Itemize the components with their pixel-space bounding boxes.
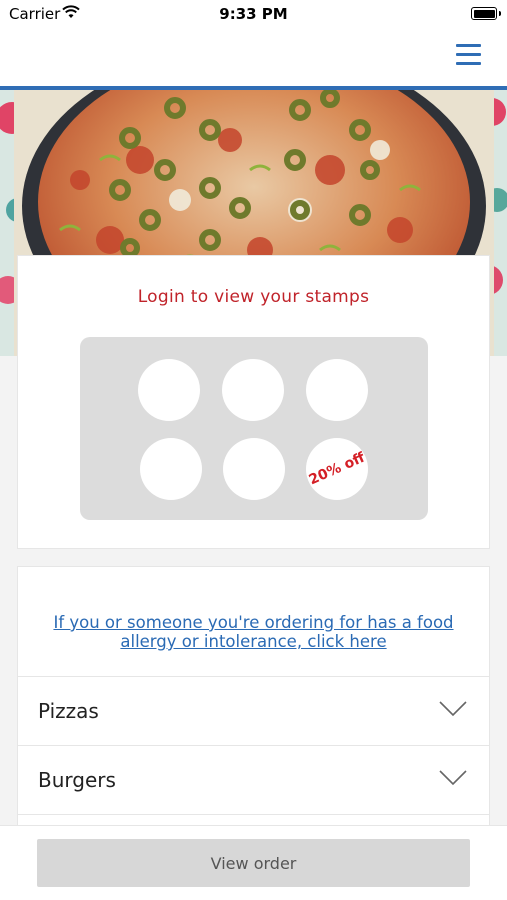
category-pizzas[interactable]: Pizzas xyxy=(18,677,489,745)
allergy-card: If you or someone you're ordering for ha… xyxy=(18,567,489,676)
battery-icon xyxy=(471,7,497,20)
stamp-card[interactable]: Login to view your stamps 20% off xyxy=(18,256,489,548)
top-header xyxy=(0,28,507,86)
category-label: Burgers xyxy=(38,768,116,792)
stamps-login-prompt[interactable]: Login to view your stamps xyxy=(18,287,489,307)
status-bar: Carrier 9:33 PM xyxy=(0,0,507,28)
stamp-board: 20% off xyxy=(80,337,428,520)
category-label: Pizzas xyxy=(38,699,99,723)
stamp-slot-3 xyxy=(306,359,368,421)
stamp-slot-5 xyxy=(223,438,285,500)
bottom-bar: View order xyxy=(0,826,507,900)
stamp-slot-2 xyxy=(222,359,284,421)
category-burgers[interactable]: Burgers xyxy=(18,746,489,814)
reward-label: 20% off xyxy=(306,449,368,489)
hamburger-menu-icon[interactable] xyxy=(452,40,484,70)
chevron-down-icon xyxy=(439,701,467,717)
stamp-slot-4 xyxy=(140,438,202,500)
chevron-down-icon xyxy=(439,770,467,786)
allergy-info-link[interactable]: If you or someone you're ordering for ha… xyxy=(38,613,469,651)
clock: 9:33 PM xyxy=(219,5,288,23)
stamp-reward-slot: 20% off xyxy=(306,438,368,500)
view-order-button[interactable]: View order xyxy=(37,839,470,887)
stamp-slot-1 xyxy=(138,359,200,421)
